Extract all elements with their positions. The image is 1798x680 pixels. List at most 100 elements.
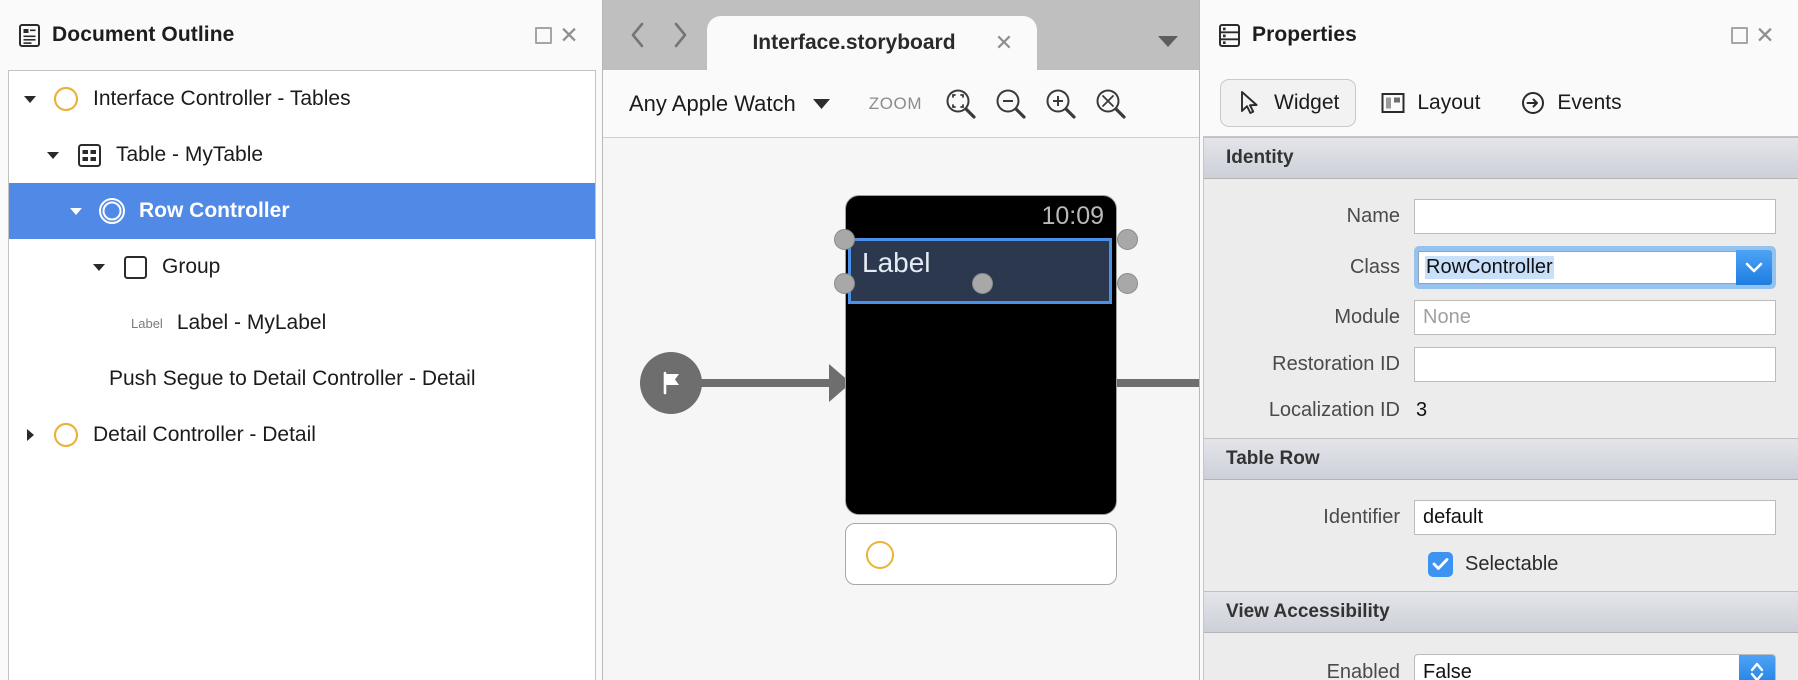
layout-columns-icon — [1380, 90, 1406, 116]
chevron-down-icon[interactable] — [1151, 26, 1185, 56]
tab-widget-label: Widget — [1274, 91, 1340, 114]
tab-interface-storyboard[interactable]: Interface.storyboard ✕ — [707, 16, 1037, 70]
editor-tab-strip: Interface.storyboard ✕ — [603, 0, 1199, 70]
storyboard-entry-point-icon[interactable] — [640, 352, 702, 414]
properties-panel: Properties ✕ Widget Layout Events Identi… — [1200, 0, 1798, 680]
field-label-enabled: Enabled — [1326, 660, 1400, 680]
watch-status-time: 10:09 — [1041, 202, 1104, 230]
stepper-updown-icon[interactable] — [1739, 654, 1775, 680]
tree-row-label: Row Controller — [139, 199, 290, 222]
properties-tabbar: Widget Layout Events — [1200, 70, 1798, 136]
restore-icon[interactable] — [530, 22, 556, 48]
tree-row[interactable]: Interface Controller - Tables — [9, 71, 595, 127]
field-module: Module None — [1204, 294, 1798, 341]
section-title: Identity — [1226, 147, 1294, 168]
field-control — [1414, 347, 1776, 382]
zoom-in-icon[interactable] — [1036, 81, 1086, 127]
chevron-down-icon[interactable] — [812, 97, 831, 110]
resize-handle-left-bottom[interactable] — [834, 273, 855, 294]
tree-row[interactable]: Table - MyTable — [9, 127, 595, 183]
device-selector[interactable]: Any Apple Watch — [629, 91, 831, 117]
close-icon[interactable]: ✕ — [1752, 22, 1778, 48]
selected-label-widget[interactable]: Label — [848, 238, 1112, 304]
controller-circle-icon — [51, 84, 81, 114]
storyboard-canvas[interactable]: 10:09 Label — [603, 138, 1199, 680]
localization-id-value: 3 — [1416, 398, 1428, 421]
tree-row[interactable]: Detail Controller - Detail — [9, 407, 595, 463]
resize-handle-right-bottom[interactable] — [1117, 273, 1138, 294]
name-input[interactable] — [1414, 199, 1776, 234]
zoom-buttons — [936, 81, 1136, 127]
outline-tree[interactable]: Interface Controller - Tables Table - My… — [8, 70, 596, 680]
field-selectable: Selectable — [1204, 541, 1798, 587]
field-localization-id: Localization ID 3 — [1204, 388, 1798, 432]
restore-icon[interactable] — [1726, 22, 1752, 48]
tree-row-label: Label - MyLabel — [176, 311, 327, 334]
field-control: False — [1414, 653, 1776, 680]
document-outline-panel: Document Outline ✕ Interface Controller … — [0, 0, 603, 680]
label-type-tag: Label — [131, 315, 163, 331]
document-outline-icon — [18, 23, 40, 47]
class-input-value: RowController — [1425, 255, 1554, 279]
exit-segue-line — [1117, 379, 1199, 387]
field-label-class: Class — [1349, 255, 1400, 278]
detail-controller-scene[interactable] — [845, 523, 1117, 585]
section-header-table-row: Table Row — [1204, 438, 1798, 480]
resize-handle-bottom-center[interactable] — [972, 273, 993, 294]
selectable-label: Selectable — [1465, 552, 1559, 575]
class-input[interactable]: RowController — [1418, 250, 1736, 284]
back-arrow-icon[interactable] — [617, 9, 659, 61]
tree-row[interactable]: Label Label - MyLabel — [9, 295, 595, 351]
enabled-stepper[interactable]: False — [1414, 653, 1776, 680]
navigation-buttons — [603, 0, 707, 70]
table-icon — [74, 140, 104, 170]
tree-row[interactable]: Group — [9, 239, 595, 295]
zoom-to-fit-selection-icon[interactable] — [936, 81, 986, 127]
restoration-id-input[interactable] — [1414, 347, 1776, 382]
device-name-label: Any Apple Watch — [629, 90, 796, 116]
enabled-value: False — [1423, 660, 1472, 680]
chevron-down-icon[interactable] — [65, 200, 87, 222]
class-combobox[interactable]: RowController — [1414, 245, 1776, 289]
chevron-down-icon[interactable] — [1736, 249, 1772, 285]
field-label-restoration-id: Restoration ID — [1272, 353, 1400, 375]
chevron-down-icon[interactable] — [88, 256, 110, 278]
selectable-checkbox[interactable] — [1428, 551, 1453, 577]
group-square-icon — [120, 252, 150, 282]
tree-row-segue[interactable]: Push Segue to Detail Controller - Detail — [9, 351, 595, 407]
segue-line — [699, 379, 849, 387]
field-enabled: Enabled False — [1204, 647, 1798, 680]
resize-handle-right-top[interactable] — [1117, 229, 1138, 250]
watch-scene[interactable]: 10:09 Label — [845, 195, 1117, 515]
field-name: Name — [1204, 193, 1798, 240]
resize-handle-left-top[interactable] — [834, 229, 855, 250]
tab-events[interactable]: Events — [1504, 79, 1637, 127]
section-title: Table Row — [1226, 448, 1320, 469]
tree-row-row-controller[interactable]: Row Controller — [9, 183, 595, 239]
module-input[interactable]: None — [1414, 300, 1776, 335]
section-title: View Accessibility — [1226, 601, 1390, 622]
forward-arrow-icon[interactable] — [659, 9, 701, 61]
properties-content: Identity Name Class RowController Module… — [1203, 136, 1798, 680]
chevron-down-icon[interactable] — [19, 88, 41, 110]
tab-widget[interactable]: Widget — [1220, 79, 1357, 127]
zoom-out-icon[interactable] — [986, 81, 1036, 127]
page-title: Properties — [1252, 23, 1357, 46]
section-header-view-accessibility: View Accessibility — [1204, 591, 1798, 633]
chevron-down-icon[interactable] — [42, 144, 64, 166]
zoom-to-fit-all-icon[interactable] — [1086, 81, 1136, 127]
zoom-label: ZOOM — [868, 93, 923, 113]
close-icon[interactable]: ✕ — [556, 22, 582, 48]
close-icon[interactable]: ✕ — [989, 28, 1019, 58]
tab-layout[interactable]: Layout — [1364, 79, 1496, 127]
document-outline-header: Document Outline ✕ — [0, 0, 602, 70]
identifier-input[interactable]: default — [1414, 500, 1776, 535]
field-label-name: Name — [1346, 205, 1400, 227]
row-controller-icon — [97, 196, 127, 226]
chevron-right-icon[interactable] — [19, 424, 41, 446]
field-identifier: Identifier default — [1204, 494, 1798, 541]
field-class: Class RowController — [1204, 240, 1798, 294]
field-label-module: Module — [1334, 306, 1400, 328]
